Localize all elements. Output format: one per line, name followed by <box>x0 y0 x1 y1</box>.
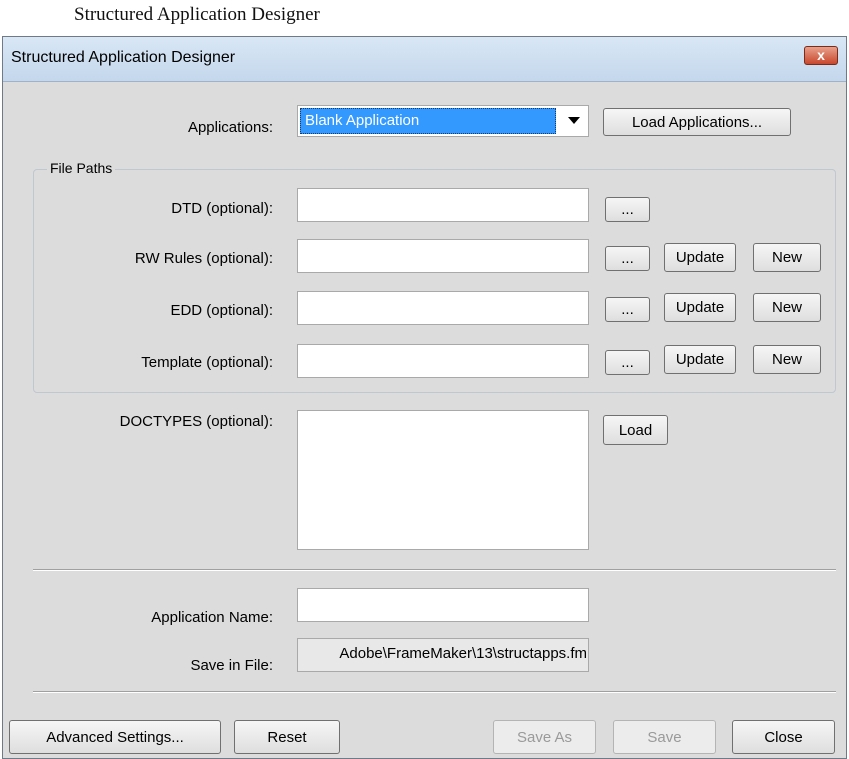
save-in-file-label: Save in File: <box>190 657 273 674</box>
close-icon: x <box>817 47 825 63</box>
load-applications-button[interactable]: Load Applications... <box>603 108 791 136</box>
template-label: Template (optional): <box>141 354 273 371</box>
separator-bottom <box>33 691 836 693</box>
title-bar: Structured Application Designer x <box>3 37 846 82</box>
dtd-browse-button[interactable]: ... <box>605 197 650 222</box>
save-in-file-value: Adobe\FrameMaker\13\structapps.fm <box>339 645 587 662</box>
doctypes-label: DOCTYPES (optional): <box>119 413 273 430</box>
template-browse-button[interactable]: ... <box>605 350 650 375</box>
save-as-button[interactable]: Save As <box>493 720 596 754</box>
separator-top <box>33 569 836 571</box>
window-title: Structured Application Designer <box>11 49 236 66</box>
doctypes-list[interactable] <box>297 410 589 550</box>
application-name-label: Application Name: <box>151 609 273 626</box>
save-in-file-field[interactable]: Adobe\FrameMaker\13\structapps.fm <box>297 638 589 672</box>
template-update-button[interactable]: Update <box>664 345 736 374</box>
edd-browse-button[interactable]: ... <box>605 297 650 322</box>
template-field[interactable] <box>297 344 589 378</box>
advanced-settings-button[interactable]: Advanced Settings... <box>9 720 221 754</box>
applications-dropdown[interactable]: Blank Application <box>297 105 589 137</box>
edd-update-button[interactable]: Update <box>664 293 736 322</box>
rw-rules-browse-button[interactable]: ... <box>605 246 650 271</box>
page-caption: Structured Application Designer <box>74 4 320 25</box>
applications-label: Applications: <box>187 119 273 136</box>
template-new-button[interactable]: New <box>753 345 821 374</box>
doctypes-load-button[interactable]: Load <box>603 415 668 445</box>
edd-new-button[interactable]: New <box>753 293 821 322</box>
dialog-window: Structured Application Designer x Applic… <box>2 36 847 759</box>
edd-label: EDD (optional): <box>170 302 273 319</box>
dtd-field[interactable] <box>297 188 589 222</box>
chevron-down-icon <box>564 112 584 128</box>
rw-rules-new-button[interactable]: New <box>753 243 821 272</box>
reset-button[interactable]: Reset <box>234 720 340 754</box>
rw-rules-field[interactable] <box>297 239 589 273</box>
dtd-label: DTD (optional): <box>171 200 273 217</box>
rw-rules-label: RW Rules (optional): <box>134 250 273 267</box>
applications-selected-value: Blank Application <box>300 108 556 134</box>
close-window-button[interactable]: x <box>804 46 838 65</box>
application-name-field[interactable] <box>297 588 589 622</box>
edd-field[interactable] <box>297 291 589 325</box>
file-paths-group-label: File Paths <box>47 160 116 176</box>
rw-rules-update-button[interactable]: Update <box>664 243 736 272</box>
close-button[interactable]: Close <box>732 720 835 754</box>
save-button[interactable]: Save <box>613 720 716 754</box>
